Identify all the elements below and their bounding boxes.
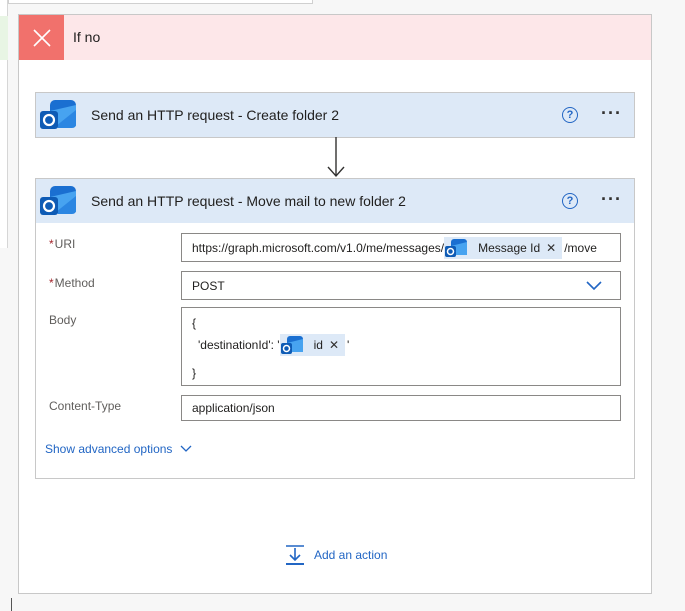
more-icon[interactable]: ··· [601,104,622,122]
uri-field[interactable]: https://graph.microsoft.com/v1.0/me/mess… [181,233,621,262]
card-title: Send an HTTP request - Create folder 2 [91,107,339,123]
canvas-tick [11,598,12,611]
connector-arrow-icon [327,137,345,178]
card-title: Send an HTTP request - Move mail to new … [91,193,406,209]
advanced-label: Show advanced options [45,442,173,456]
method-select[interactable]: POST [181,271,621,300]
background-branch-strip [0,16,8,60]
add-action-button[interactable]: Add an action [284,545,387,565]
message-id-token[interactable]: Message Id ✕ [444,236,563,259]
method-value: POST [192,278,225,293]
if-no-branch: If no Send an HTTP request - Create fold… [18,14,652,594]
body-key-close: ' [347,338,350,352]
more-icon[interactable]: ··· [601,190,622,208]
body-label: Body [49,313,77,327]
close-icon[interactable]: ✕ [546,241,556,255]
content-type-value: application/json [192,401,275,415]
add-action-label: Add an action [314,548,388,562]
token-label: Message Id [478,240,541,255]
card-header[interactable]: Send an HTTP request - Move mail to new … [36,179,634,223]
branch-title: If no [73,29,101,45]
content-type-field[interactable]: application/json [181,395,621,421]
token-label: id [313,338,323,352]
add-action-icon [286,545,304,565]
action-card-create-folder[interactable]: Send an HTTP request - Create folder 2 ?… [35,92,635,138]
body-line-1: { [192,316,197,330]
if-no-header[interactable]: If no [19,15,651,60]
help-circle-icon[interactable]: ? [562,193,578,209]
show-advanced-options-link[interactable]: Show advanced options [45,442,192,456]
body-field[interactable]: { 'destinationId': ' id ✕ ' } [181,307,621,386]
body-line-3: } [192,366,197,380]
outlook-icon [40,186,76,215]
method-label: *Method [49,276,95,290]
outlook-icon [280,336,303,354]
body-line-2: 'destinationId': ' id ✕ ' [198,334,349,356]
uri-prefix: https://graph.microsoft.com/v1.0/me/mess… [192,240,445,255]
close-icon[interactable] [19,15,64,60]
body-key: 'destinationId': ' [198,338,280,352]
help-circle-icon[interactable]: ? [562,107,578,123]
id-token[interactable]: id ✕ [279,334,345,356]
background-card-edge [8,0,313,4]
outlook-icon [40,100,76,129]
content-type-label: Content-Type [49,399,122,413]
uri-label: *URI [49,237,76,251]
chevron-down-icon[interactable] [586,281,602,291]
card-header[interactable]: Send an HTTP request - Create folder 2 ?… [36,93,634,137]
close-icon[interactable]: ✕ [329,338,339,352]
outlook-icon [445,238,468,257]
chevron-down-icon [180,445,192,452]
action-card-move-mail: Send an HTTP request - Move mail to new … [35,178,635,479]
uri-suffix: /move [564,240,597,255]
